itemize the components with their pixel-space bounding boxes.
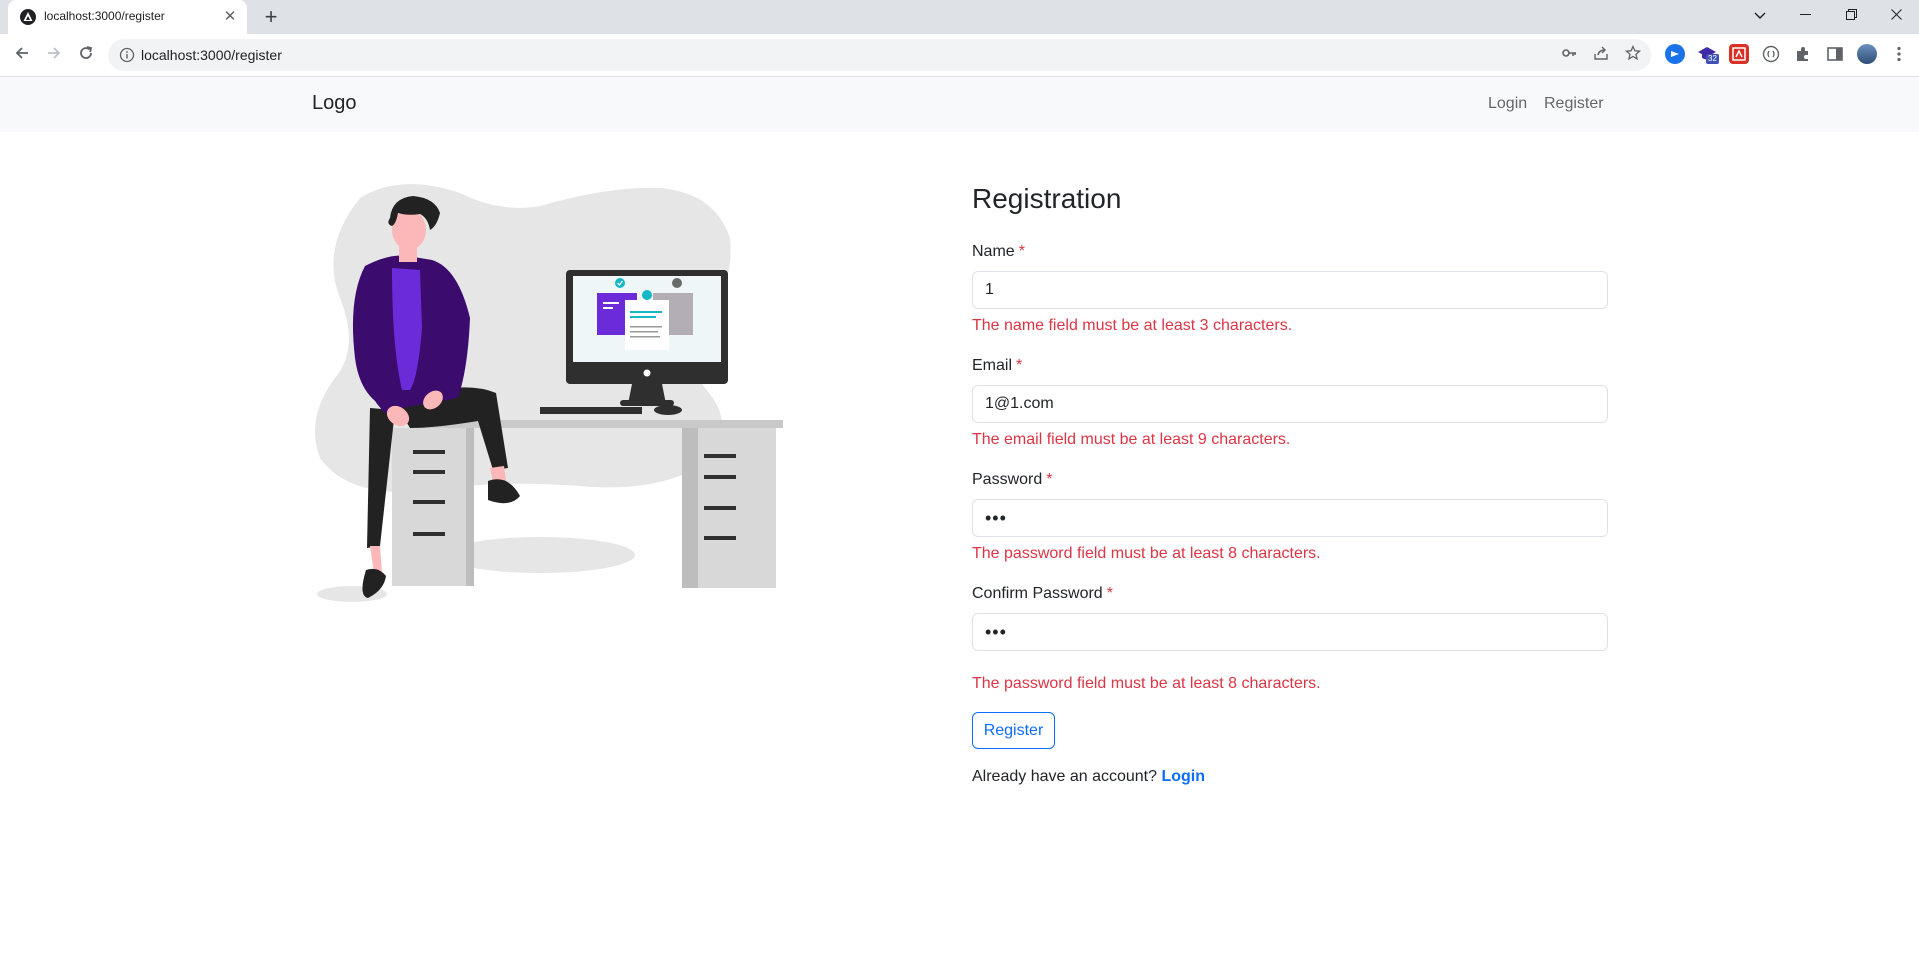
name-label: Name * (972, 243, 1025, 261)
name-error: The name field must be at least 3 charac… (972, 317, 1293, 334)
tab-title: localhost:3000/register (44, 9, 165, 23)
site-info-icon[interactable] (119, 47, 135, 63)
login-prompt: Already have an account? Login (972, 768, 1205, 786)
extension-icon-1[interactable] (1665, 44, 1685, 64)
new-tab-icon[interactable]: + (259, 4, 283, 30)
name-input[interactable] (972, 271, 1608, 309)
form-title: Registration (972, 183, 1122, 214)
extension-icon-2[interactable]: 32 (1697, 44, 1719, 64)
key-icon[interactable] (1559, 45, 1579, 65)
email-label-text: Email (972, 357, 1013, 374)
reload-icon[interactable] (74, 43, 98, 67)
extension-badge: 32 (1706, 54, 1719, 64)
sidepanel-icon[interactable] (1825, 44, 1845, 64)
menu-dots-icon[interactable] (1889, 44, 1909, 64)
tab-close-icon[interactable]: ✕ (221, 8, 239, 26)
name-label-text: Name (972, 243, 1015, 260)
restore-icon[interactable] (1828, 0, 1874, 30)
confirm-password-input[interactable] (972, 613, 1608, 651)
required-mark: * (1016, 357, 1023, 374)
extension-icon-4[interactable] (1761, 44, 1781, 64)
puzzle-icon[interactable] (1793, 44, 1813, 64)
share-icon[interactable] (1591, 45, 1611, 65)
star-icon[interactable] (1623, 44, 1643, 65)
password-input[interactable] (972, 499, 1608, 537)
close-window-icon[interactable] (1873, 0, 1919, 30)
url-text: localhost:3000/register (141, 47, 282, 63)
tab-search-icon[interactable] (1737, 0, 1783, 30)
password-label-text: Password (972, 471, 1043, 488)
back-arrow-icon[interactable] (10, 43, 34, 67)
browser-tab-strip: localhost:3000/register ✕ + (0, 0, 1919, 34)
forward-arrow-icon[interactable] (42, 43, 66, 67)
required-mark: * (1046, 471, 1053, 488)
nav-register-link[interactable]: Register (1544, 95, 1604, 113)
profile-avatar[interactable] (1857, 44, 1877, 64)
login-link[interactable]: Login (1161, 768, 1205, 785)
confirm-password-label-text: Confirm Password (972, 585, 1103, 602)
app-favicon-icon (20, 9, 36, 25)
email-input[interactable] (972, 385, 1608, 423)
confirm-password-error: The password field must be at least 8 ch… (972, 675, 1321, 692)
password-label: Password * (972, 471, 1052, 489)
browser-toolbar: localhost:3000/register 32 (0, 34, 1919, 77)
required-mark: * (1106, 585, 1113, 602)
email-error: The email field must be at least 9 chara… (972, 431, 1291, 448)
minimize-icon[interactable] (1782, 0, 1828, 30)
site-navbar: Logo Login Register (0, 77, 1919, 132)
confirm-password-label: Confirm Password * (972, 585, 1113, 603)
password-error: The password field must be at least 8 ch… (972, 545, 1321, 562)
register-button[interactable]: Register (972, 712, 1055, 749)
login-prompt-text: Already have an account? (972, 768, 1158, 785)
registration-illustration (315, 184, 783, 602)
brand-logo[interactable]: Logo (312, 92, 357, 115)
browser-tab[interactable]: localhost:3000/register ✕ (8, 0, 247, 34)
address-bar[interactable]: localhost:3000/register (108, 39, 1651, 71)
email-label: Email * (972, 357, 1022, 375)
nav-login-link[interactable]: Login (1488, 95, 1527, 113)
extension-icon-3[interactable] (1729, 44, 1749, 64)
required-mark: * (1018, 243, 1025, 260)
